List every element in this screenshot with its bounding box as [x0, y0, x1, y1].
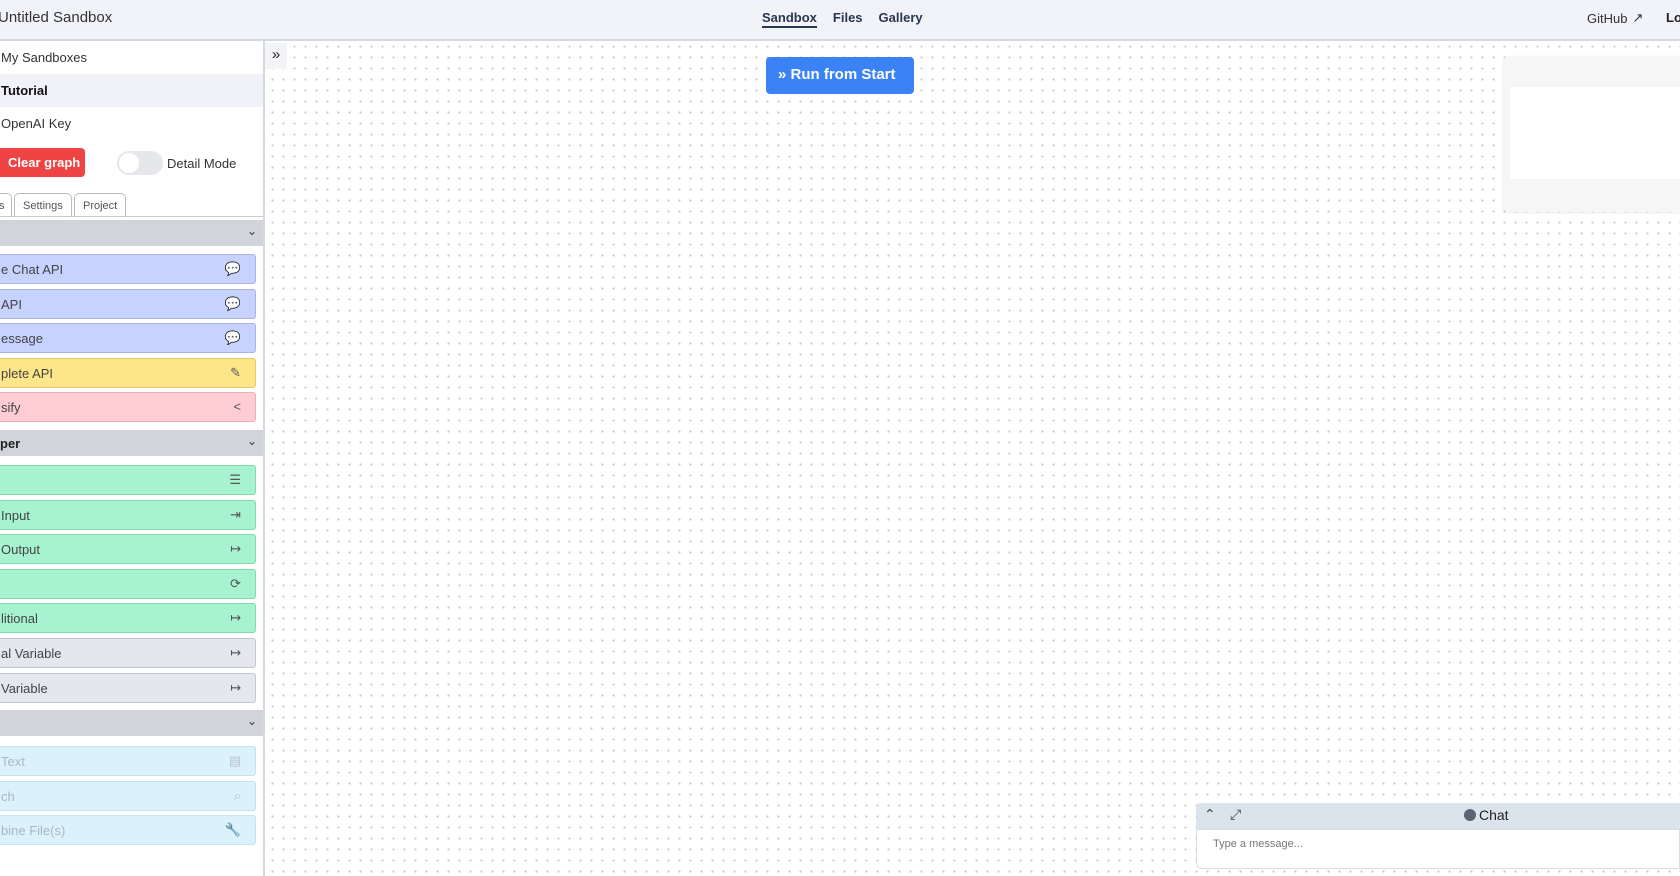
menu-tutorial[interactable]: Tutorial	[0, 74, 263, 107]
refresh-icon: ⟳	[230, 575, 241, 591]
top-header: Untitled Sandbox Sandbox Files Gallery G…	[0, 0, 1680, 41]
external-link-icon: ↗	[1632, 10, 1644, 25]
expand-sidebar-button[interactable]: »	[265, 43, 287, 69]
section-header[interactable]: ⌄	[0, 220, 263, 246]
chat-header: ⌃ ⤢ Chat	[1196, 803, 1680, 829]
github-label: GitHub	[1587, 10, 1628, 26]
login-link[interactable]: Lo	[1666, 10, 1680, 25]
comment-dots-icon: 💬	[224, 330, 241, 346]
tab-project[interactable]: Project	[74, 193, 127, 217]
node-item[interactable]: Input ⇥	[0, 499, 256, 530]
node-label: al Variable	[1, 646, 62, 661]
sign-out-icon: ↦	[230, 679, 241, 695]
file-icon: ▤	[228, 753, 241, 768]
chevron-down-icon: ⌄	[246, 434, 257, 448]
node-item[interactable]: Output ↦	[0, 534, 256, 565]
chat-title-text: Chat	[1479, 807, 1509, 823]
github-link[interactable]: GitHub ↗	[1587, 10, 1643, 26]
status-dot-icon	[1464, 809, 1476, 821]
node-label: Text	[1, 754, 25, 769]
node-label: bine File(s)	[1, 823, 66, 839]
menu-my-sandboxes[interactable]: My Sandboxes	[0, 41, 263, 74]
clear-graph-button[interactable]: Clear graph	[0, 148, 85, 177]
wrench-icon: 🔧	[224, 822, 241, 838]
node-label: Output	[1, 542, 41, 558]
chat-message-input[interactable]: Type a message...	[1196, 829, 1680, 869]
panel-content	[1510, 87, 1680, 179]
tab-settings[interactable]: Settings	[14, 193, 72, 217]
node-label: litional	[1, 611, 38, 627]
node-label: Input	[1, 507, 30, 523]
node-item[interactable]: ☰	[0, 465, 256, 495]
sign-out-icon: ↦	[230, 645, 241, 660]
node-label: API	[1, 296, 22, 312]
node-label: sify	[1, 400, 21, 416]
node-item[interactable]: bine File(s) 🔧	[0, 815, 256, 846]
align-left-icon: ☰	[229, 472, 241, 487]
pencil-icon: ✎	[230, 364, 241, 380]
node-item[interactable]: Variable ↦	[0, 672, 256, 703]
side-panel	[1503, 56, 1680, 212]
sign-in-icon: ⇥	[230, 506, 241, 522]
chevron-down-icon: ⌄	[246, 714, 257, 728]
node-label: plete API	[1, 365, 54, 381]
nav-gallery[interactable]: Gallery	[879, 10, 923, 28]
sign-out-icon: ↦	[230, 610, 241, 626]
sandbox-title: Untitled Sandbox	[0, 9, 113, 26]
run-from-start-button[interactable]: » Run from Start	[766, 57, 914, 94]
section-header[interactable]: per ⌄	[0, 430, 263, 456]
chat-panel: ⌃ ⤢ Chat Type a message...	[1196, 803, 1680, 871]
section-label: per	[0, 436, 21, 451]
sidebar-tabs: s Settings Project	[0, 191, 263, 217]
node-label: Variable	[1, 680, 48, 696]
node-item[interactable]: ch ⌕	[0, 780, 256, 811]
nav-sandbox[interactable]: Sandbox	[762, 10, 817, 28]
comments-icon: 💬	[224, 295, 241, 311]
node-item[interactable]: essage 💬	[0, 323, 256, 354]
node-item[interactable]: e Chat API 💬	[0, 254, 256, 284]
menu-openai-key[interactable]: OpenAI Key	[0, 107, 263, 140]
sign-out-icon: ↦	[230, 541, 241, 557]
node-item[interactable]: ⟳	[0, 568, 256, 599]
search-icon: ⌕	[233, 787, 241, 803]
detail-mode-toggle[interactable]	[117, 151, 163, 175]
run-icon: »	[778, 66, 791, 83]
node-label: ch	[1, 788, 15, 804]
node-item[interactable]: plete API ✎	[0, 357, 256, 388]
node-item[interactable]: al Variable ↦	[0, 638, 256, 668]
graph-canvas[interactable]	[267, 41, 1680, 876]
main-nav: Sandbox Files Gallery	[762, 10, 923, 28]
detail-mode-label: Detail Mode	[167, 156, 237, 171]
sidebar: My Sandboxes Tutorial OpenAI Key Clear g…	[0, 41, 265, 876]
node-item[interactable]: Text ▤	[0, 746, 256, 776]
chevron-down-icon: ⌄	[246, 224, 257, 238]
chat-title: Chat	[1464, 807, 1509, 823]
node-item[interactable]: API 💬	[0, 288, 256, 319]
section-header[interactable]: ⌄	[0, 710, 263, 736]
node-item[interactable]: litional ↦	[0, 603, 256, 634]
node-label: essage	[1, 331, 43, 347]
clear-graph-label: Clear graph	[8, 155, 81, 170]
share-icon: <	[233, 399, 241, 415]
expand-icon[interactable]: ⤢	[1230, 806, 1241, 823]
node-label: e Chat API	[1, 262, 64, 277]
node-item[interactable]: sify <	[0, 392, 256, 423]
tab-nodes[interactable]: s	[0, 193, 12, 217]
comments-icon: 💬	[224, 261, 241, 276]
collapse-up-icon[interactable]: ⌃	[1204, 806, 1216, 823]
nav-files[interactable]: Files	[833, 10, 863, 28]
run-label: Run from Start	[790, 66, 896, 83]
